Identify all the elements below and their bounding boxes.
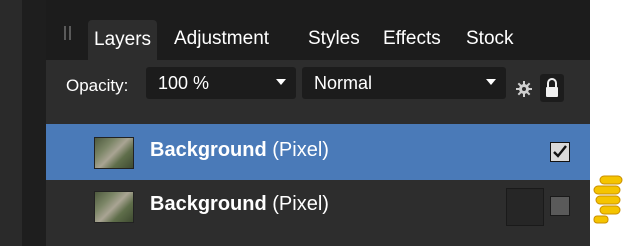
panel-grip-handle[interactable] [64, 26, 72, 40]
layer-thumbnail [94, 191, 134, 223]
layers-panel: Layers Adjustment Styles Effects Stock O… [46, 0, 590, 246]
layer-name-bold: Background [150, 139, 267, 161]
chevron-down-icon [276, 79, 286, 85]
layer-name-bold: Background [150, 193, 267, 215]
layer-type: (Pixel) [272, 139, 329, 161]
blend-mode-value: Normal [314, 73, 373, 93]
layer-name: Background (Pixel) [150, 193, 329, 216]
checkmark-icon [553, 145, 567, 158]
tab-styles[interactable]: Styles [308, 24, 360, 54]
tab-stock[interactable]: Stock [466, 24, 514, 54]
tab-bar: Layers Adjustment Styles Effects Stock [46, 0, 590, 60]
pointing-hand-icon [593, 175, 623, 224]
opacity-dropdown[interactable]: 100 % [146, 67, 296, 99]
layer-name: Background (Pixel) [150, 139, 329, 162]
layer-row[interactable]: Background (Pixel) [46, 178, 590, 234]
visibility-checkbox[interactable] [550, 196, 570, 216]
tab-adjustment[interactable]: Adjustment [174, 24, 269, 54]
layer-thumbnail [94, 137, 134, 169]
layer-row-selected[interactable]: Background (Pixel) [46, 124, 590, 180]
blend-mode-dropdown[interactable]: Normal [302, 67, 506, 99]
lock-icon [546, 78, 558, 97]
opacity-value: 100 % [158, 73, 210, 93]
scroll-track[interactable] [22, 0, 58, 246]
chevron-down-icon [486, 79, 496, 85]
layer-hover-area [506, 188, 544, 226]
tab-effects[interactable]: Effects [383, 24, 441, 54]
outer-left-frame [0, 0, 22, 246]
opacity-label: Opacity: [66, 76, 129, 95]
gear-icon[interactable] [516, 81, 532, 97]
lock-button[interactable] [540, 74, 564, 102]
layer-type: (Pixel) [272, 193, 329, 215]
layer-options-bar: Opacity: 100 % Normal [46, 60, 590, 112]
visibility-checkbox[interactable] [550, 142, 570, 162]
tab-layers[interactable]: Layers [88, 20, 158, 60]
